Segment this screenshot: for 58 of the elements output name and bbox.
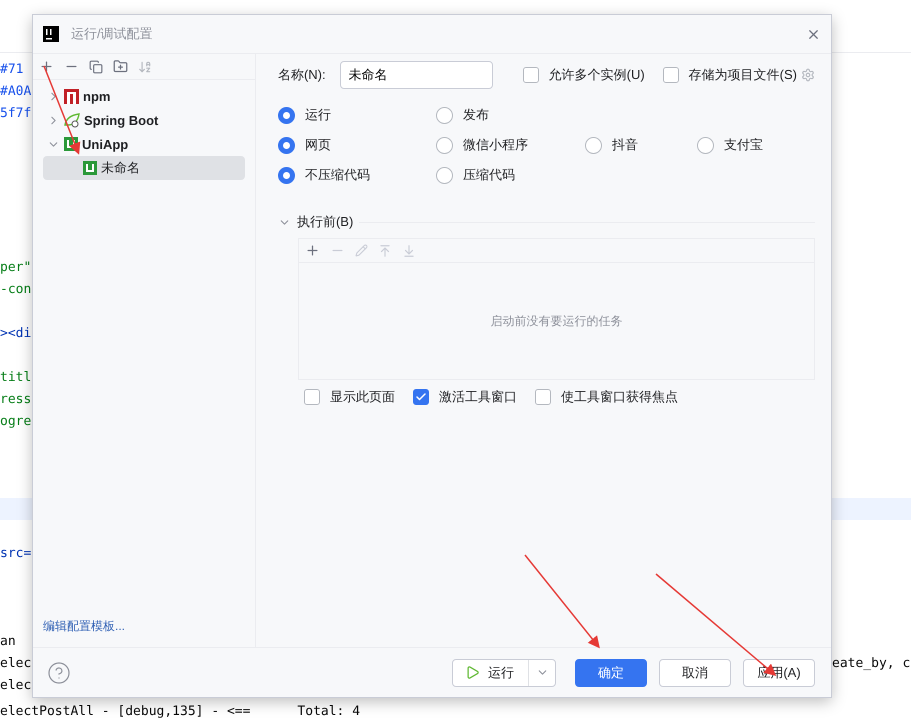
radio-option[interactable]: 网页: [278, 136, 436, 154]
radio-option[interactable]: 运行: [278, 106, 436, 124]
move-down-icon[interactable]: [402, 244, 416, 258]
app-logo-icon: [43, 26, 59, 42]
radio-option[interactable]: 抖音: [584, 136, 697, 154]
checkbox[interactable]: 存储为项目文件(S): [662, 66, 797, 84]
code-text: #71: [0, 62, 24, 76]
run-split-button[interactable]: 运行: [452, 658, 556, 686]
play-icon: [465, 665, 480, 680]
code-text: an: [0, 634, 16, 648]
npm-logo-icon: [64, 88, 79, 104]
leaf-power-icon: [64, 112, 80, 128]
checkbox[interactable]: 显示此页面: [304, 388, 395, 406]
section-title[interactable]: 执行前(B): [296, 213, 354, 231]
window-title: 运行/调试配置: [71, 25, 154, 43]
checkbox[interactable]: 激活工具窗口: [412, 388, 517, 406]
name-label: 名称(N):: [278, 66, 326, 84]
name-field[interactable]: 未命名: [340, 61, 493, 89]
code-text: titl: [0, 370, 32, 384]
code-text: electPostAll - [debug,135] - <== Total: 4: [0, 704, 360, 718]
tree-item[interactable]: npm: [43, 84, 245, 108]
tree-item[interactable]: 未命名: [43, 156, 245, 180]
code-text: per": [0, 260, 32, 274]
checkbox[interactable]: 使工具窗口获得焦点: [534, 388, 678, 406]
radio-option[interactable]: 压缩代码: [436, 166, 585, 184]
add-icon[interactable]: [39, 59, 54, 74]
copy-icon[interactable]: [89, 60, 103, 74]
tree-item[interactable]: UniApp: [43, 132, 245, 156]
code-text: elec: [0, 678, 32, 692]
code-text: elec: [0, 656, 32, 670]
folder-plus-icon[interactable]: [113, 59, 128, 74]
code-text: src=: [0, 546, 32, 560]
move-up-icon[interactable]: [378, 244, 392, 258]
radio-option[interactable]: 支付宝: [696, 136, 807, 154]
empty-message: 启动前没有要运行的任务: [490, 312, 622, 330]
checkbox[interactable]: 允许多个实例(U): [522, 66, 645, 84]
code-text: ogre: [0, 414, 32, 428]
help-icon[interactable]: [47, 660, 71, 684]
uniapp-logo-icon: [83, 161, 97, 175]
cancel-button[interactable]: 取消: [659, 658, 731, 686]
edit-templates-link[interactable]: 编辑配置模板...: [33, 618, 255, 647]
pencil-icon[interactable]: [354, 244, 368, 257]
radio-option[interactable]: 不压缩代码: [278, 166, 436, 184]
radio-option[interactable]: 微信小程序: [436, 136, 585, 154]
check-icon: [414, 391, 427, 403]
radio-option[interactable]: 发布: [436, 106, 585, 124]
add-icon[interactable]: [304, 243, 320, 258]
code-text: #A0A: [0, 84, 32, 98]
code-text: -con: [0, 282, 32, 296]
tree-item[interactable]: Spring Boot: [43, 108, 245, 132]
run-button[interactable]: 运行: [453, 660, 529, 686]
code-text: ress: [0, 392, 32, 406]
sort-icon[interactable]: [138, 60, 152, 74]
code-text: 5f7f: [0, 106, 32, 120]
code-text: eate_by, c: [832, 656, 911, 670]
code-text: ><di: [0, 326, 32, 340]
settings-icon[interactable]: [801, 68, 815, 82]
ok-button[interactable]: 确定: [575, 658, 647, 686]
